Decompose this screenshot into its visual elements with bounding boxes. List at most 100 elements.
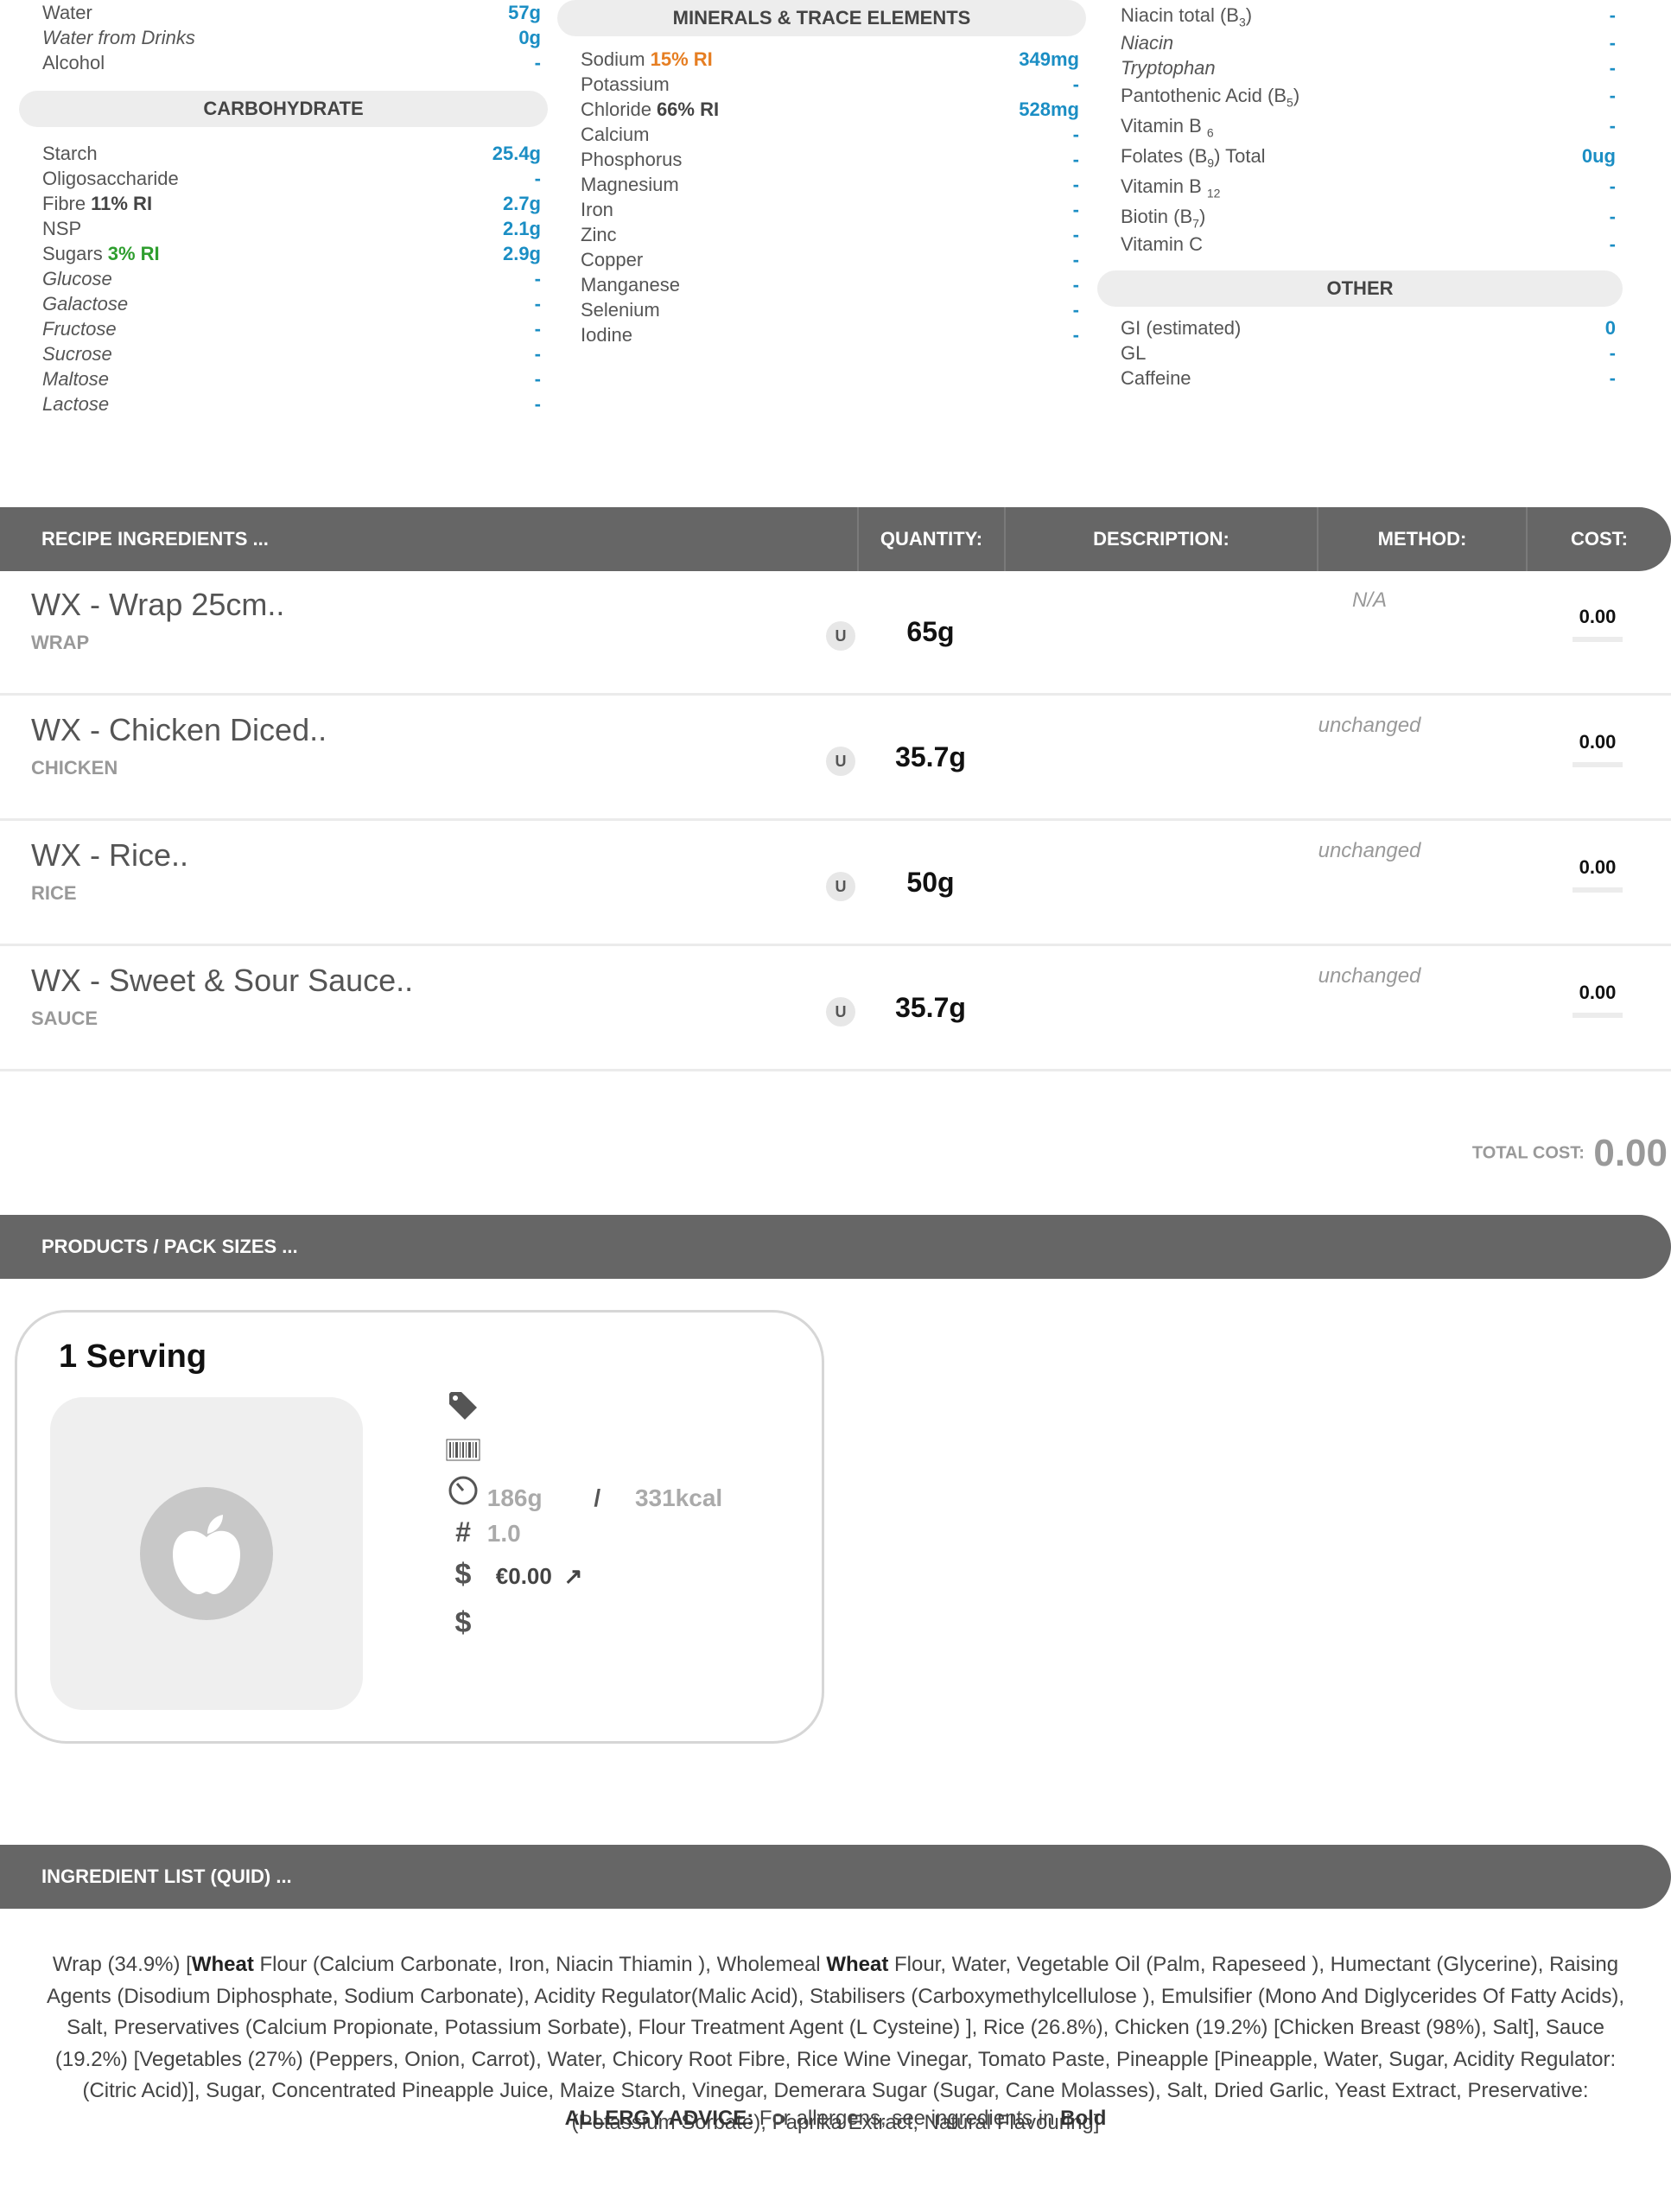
ingredient-category: WRAP — [31, 632, 90, 653]
mineral-row: Magnesium - — [557, 172, 1086, 197]
carbohydrate-row: Sugars 3% RI 2.9g — [19, 241, 548, 266]
water-row: Water 57g — [19, 0, 548, 25]
other-row: GI (estimated) 0 — [1097, 315, 1623, 340]
quantity-column-header[interactable]: QUANTITY: — [857, 507, 1004, 571]
method-column-header[interactable]: METHOD: — [1317, 507, 1526, 571]
nutrient-name: NSP — [42, 216, 81, 241]
ingredient-cost[interactable]: 0.00 — [1573, 606, 1623, 642]
nutrient-name: Galactose — [42, 291, 128, 316]
weight-dial-icon — [446, 1475, 480, 1512]
nutrient-name: GL — [1121, 340, 1146, 365]
nutrient-name: Alcohol — [42, 50, 105, 75]
unit-badge[interactable]: U — [826, 997, 855, 1027]
nutrient-value: 25.4g — [492, 143, 541, 164]
ingredient-cost[interactable]: 0.00 — [1573, 856, 1623, 893]
nutrient-name: Zinc — [581, 222, 617, 247]
unit-badge[interactable]: U — [826, 621, 855, 651]
nutrient-name: Fructose — [42, 316, 117, 341]
ingredient-name[interactable]: WX - Rice.. — [31, 837, 188, 874]
mineral-row: Selenium - — [557, 297, 1086, 322]
nutrient-value: 0g — [518, 27, 541, 48]
nutrient-value: - — [1072, 224, 1079, 245]
vitamin-rows: Niacin total (B3) - Niacin - Tryptophan - Pant… — [1097, 0, 1623, 257]
vitamin-row: Vitamin B 6 - — [1097, 111, 1623, 141]
ingredient-row[interactable]: WX - Sweet & Sour Sauce.. SAUCE U 35.7g unch… — [0, 947, 1671, 1071]
trend-arrow-icon[interactable]: ↗ — [564, 1563, 583, 1589]
nutrient-name: Lactose — [42, 391, 109, 416]
ingredient-cost[interactable]: 0.00 — [1573, 731, 1623, 767]
ingredient-name[interactable]: WX - Wrap 25cm.. — [31, 587, 284, 623]
nutrient-value: 0ug — [1581, 145, 1616, 167]
ingredient-method[interactable]: unchanged — [1318, 839, 1421, 863]
nutrient-name-text: Phosphorus — [581, 149, 683, 170]
nutrient-value: - — [1609, 32, 1616, 54]
nutrient-value: - — [1609, 175, 1616, 197]
nutrient-name-text: Caffeine — [1121, 367, 1191, 389]
ingredient-row[interactable]: WX - Chicken Diced.. CHICKEN U 35.7g unchang… — [0, 696, 1671, 821]
mineral-row: Sodium 15% RI 349mg — [557, 47, 1086, 72]
ingredient-row[interactable]: WX - Wrap 25cm.. WRAP U 65g N/A 0.00 — [0, 571, 1671, 696]
ingredient-quantity[interactable]: 35.7g — [874, 992, 987, 1024]
nutrient-name-text: Sucrose — [42, 343, 112, 365]
nutrient-name-text: GL — [1121, 342, 1147, 364]
ingredient-method[interactable]: N/A — [1318, 588, 1421, 613]
vitamin-row: Folates (B9) Total 0ug — [1097, 141, 1623, 171]
description-column-header[interactable]: DESCRIPTION: — [1004, 507, 1317, 571]
nutrient-value: - — [534, 393, 541, 415]
vitamin-row: Tryptophan - — [1097, 55, 1623, 80]
nutrient-name: Iodine — [581, 322, 632, 347]
nutrient-name: Fibre 11% RI — [42, 191, 152, 216]
nutrient-name: Water from Drinks — [42, 25, 195, 50]
ingredient-row[interactable]: WX - Rice.. RICE U 50g unchanged 0.00 — [0, 822, 1671, 946]
ingredient-method[interactable]: unchanged — [1318, 964, 1421, 988]
allergy-advice-text: For allergens, see ingredients in — [753, 2107, 1061, 2130]
unit-badge[interactable]: U — [826, 872, 855, 901]
product-image-placeholder[interactable] — [50, 1397, 363, 1710]
nutrient-name-text: Manganese — [581, 274, 680, 296]
ingredient-quantity[interactable]: 65g — [874, 616, 987, 648]
dollar-icon: $ — [454, 1558, 472, 1591]
carbohydrate-row: Oligosaccharide - — [19, 166, 548, 191]
nutrient-name: Calcium — [581, 122, 649, 147]
nutrient-name: Niacin total (B3) — [1121, 0, 1252, 30]
tag-row — [446, 1389, 480, 1429]
nutrient-value: - — [1609, 115, 1616, 137]
nutrient-value: - — [1609, 206, 1616, 227]
other-row: GL - — [1097, 340, 1623, 365]
ingredient-cost[interactable]: 0.00 — [1573, 982, 1623, 1018]
vitamin-row: Niacin - — [1097, 30, 1623, 55]
nutrient-name-text: Water — [42, 2, 92, 23]
product-card[interactable]: 1 Serving 186g / 331kcal # 1.0 $ €0.00 ↗ — [15, 1310, 824, 1744]
ingredient-name[interactable]: WX - Sweet & Sour Sauce.. — [31, 963, 413, 999]
allergen-word: Wheat — [191, 1953, 254, 1976]
nutrient-name-text: Tryptophan — [1121, 57, 1216, 79]
nutrient-name-text: Selenium — [581, 299, 660, 321]
carbohydrate-row: Fructose - — [19, 316, 548, 341]
nutrient-name: Vitamin B 6 — [1121, 111, 1214, 141]
allergy-advice-bold-word: Bold — [1060, 2107, 1107, 2130]
price-row: $ €0.00 ↗ — [446, 1558, 583, 1592]
nutrient-name: Oligosaccharide — [42, 166, 179, 191]
tag-icon[interactable] — [446, 1389, 480, 1429]
unit-badge[interactable]: U — [826, 747, 855, 776]
nutrient-name-text: Vitamin B — [1121, 175, 1207, 197]
mineral-row: Iron - — [557, 197, 1086, 222]
barcode-icon[interactable] — [446, 1439, 480, 1467]
nutrient-name: Selenium — [581, 297, 660, 322]
minerals-rows: Sodium 15% RI 349mg Potassium - Chloride 66% R… — [557, 47, 1086, 347]
carbohydrate-row: Galactose - — [19, 291, 548, 316]
dollar-icon: $ — [454, 1606, 472, 1639]
nutrient-value: - — [1072, 124, 1079, 145]
cost-column-header[interactable]: COST: — [1526, 507, 1671, 571]
ingredient-quantity[interactable]: 50g — [874, 867, 987, 899]
nutrient-value: - — [534, 343, 541, 365]
ingredient-quantity[interactable]: 35.7g — [874, 741, 987, 773]
product-card-title: 1 Serving — [59, 1338, 207, 1375]
recipe-ingredients-title: RECIPE INGREDIENTS ... — [41, 528, 269, 550]
ingredient-method[interactable]: unchanged — [1318, 714, 1421, 738]
nutrient-value: - — [534, 268, 541, 289]
nutrient-name-suffix: ) — [1293, 85, 1300, 106]
quid-text-segment: Wrap (34.9%) [ — [52, 1953, 192, 1976]
carbohydrate-row: Lactose - — [19, 391, 548, 416]
ingredient-name[interactable]: WX - Chicken Diced.. — [31, 712, 327, 748]
